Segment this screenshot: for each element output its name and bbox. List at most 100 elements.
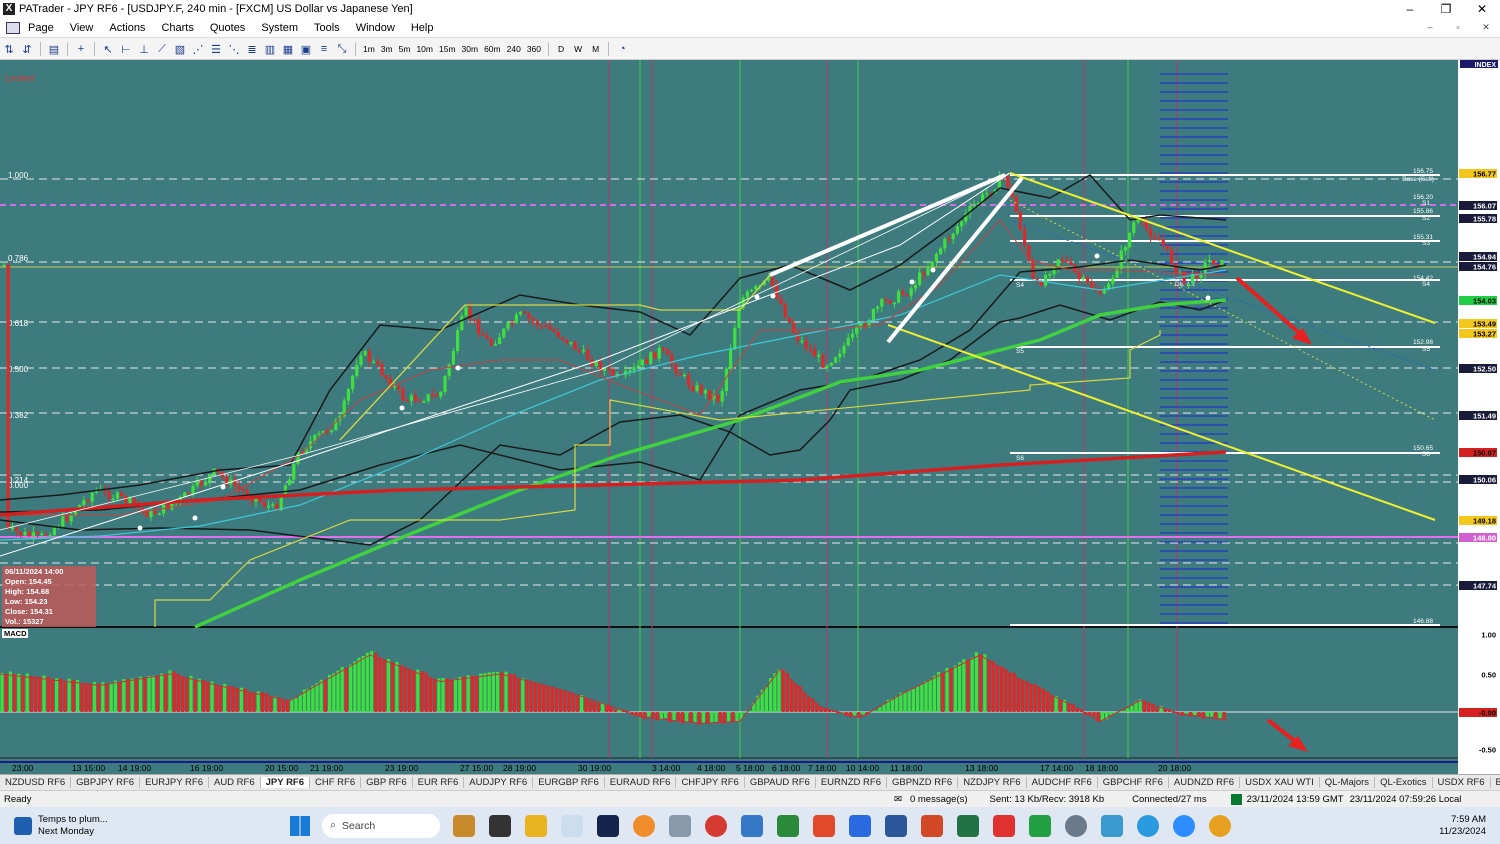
menu-system[interactable]: System: [253, 22, 306, 34]
chart-icon[interactable]: ▤: [46, 42, 62, 56]
word-icon[interactable]: [885, 814, 907, 837]
close-button[interactable]: ✕: [1464, 2, 1500, 16]
zoom-icon[interactable]: [1173, 814, 1195, 837]
weather-widget[interactable]: Temps to plum... Next Monday: [14, 814, 284, 838]
symbol-tab[interactable]: QL-Exotics: [1375, 777, 1433, 788]
symbol-tab[interactable]: EURJPY RF6: [140, 777, 209, 788]
text-icon[interactable]: ≡: [316, 42, 332, 56]
settings-icon[interactable]: [1065, 814, 1087, 837]
page-icon[interactable]: [6, 21, 20, 34]
symbol-tab[interactable]: GBPNZD RF6: [887, 777, 959, 788]
period-button[interactable]: M: [592, 44, 599, 54]
ic-app-icon[interactable]: [597, 814, 619, 837]
vlines-icon[interactable]: ⊥: [136, 42, 152, 56]
photos-icon[interactable]: [1101, 814, 1123, 837]
terminal-icon[interactable]: [489, 814, 511, 837]
box-icon[interactable]: ▣: [298, 42, 314, 56]
green-c-app-icon[interactable]: [1029, 814, 1051, 837]
symbol-tab[interactable]: EURAUD RF6: [605, 777, 677, 788]
patrader-icon[interactable]: [561, 814, 583, 837]
fib-retrace-icon[interactable]: ☰: [208, 42, 224, 56]
mail-icon[interactable]: ✉: [894, 794, 902, 805]
timeframe-button[interactable]: 60m: [484, 44, 501, 54]
fib-ext-icon[interactable]: ⋱: [226, 42, 242, 56]
folder-icon[interactable]: [525, 814, 547, 837]
menu-help[interactable]: Help: [403, 22, 442, 34]
period-button[interactable]: D: [558, 44, 564, 54]
trendline-icon[interactable]: ⟋: [154, 42, 170, 56]
arrow-tool-icon[interactable]: ⤡: [334, 42, 350, 56]
symbol-tab[interactable]: CHFJPY RF6: [676, 777, 745, 788]
menu-quotes[interactable]: Quotes: [202, 22, 253, 34]
menu-window[interactable]: Window: [348, 22, 403, 34]
chrome-icon[interactable]: [705, 814, 727, 837]
chrome-2-icon[interactable]: [1209, 814, 1231, 837]
mdi-restore-button[interactable]: ▫: [1444, 22, 1472, 33]
timeframe-button[interactable]: 30m: [462, 44, 479, 54]
timeframe-button[interactable]: 3m: [381, 44, 393, 54]
grid-icon[interactable]: ▥: [262, 42, 278, 56]
briefcase-icon[interactable]: [453, 814, 475, 837]
excel-icon[interactable]: [957, 814, 979, 837]
symbol-tab[interactable]: EUR RF6: [413, 777, 465, 788]
fib-levels-icon[interactable]: ≣: [244, 42, 260, 56]
timeframe-button[interactable]: 5m: [399, 44, 411, 54]
symbol-tab[interactable]: GBPJPY RF6: [71, 777, 141, 788]
symbol-tab[interactable]: AUDJPY RF6: [464, 777, 534, 788]
symbol-tab[interactable]: JPY RF6: [260, 777, 311, 788]
channel-icon[interactable]: ▧: [172, 42, 188, 56]
price-chart[interactable]: INDEX Locked 1.000 0.786 0.618 0.500 0.382 0.21…: [0, 60, 1500, 774]
start-icon[interactable]: [290, 815, 310, 836]
symbol-tab[interactable]: EURGBP RF6: [533, 777, 605, 788]
symbol-tab[interactable]: NZDUSD RF6: [0, 777, 72, 788]
stock-app-icon[interactable]: [777, 814, 799, 837]
pointer-icon[interactable]: ↖: [100, 42, 116, 56]
timeframe-button[interactable]: 360: [527, 44, 541, 54]
symbol-tab[interactable]: EURNZD RF6: [816, 777, 887, 788]
timeframe-button[interactable]: 15m: [439, 44, 456, 54]
status-messages[interactable]: 0 message(s): [910, 794, 968, 805]
sell-icon[interactable]: ⇵: [19, 42, 35, 56]
symbol-tab[interactable]: AUDNZD RF6: [1169, 777, 1241, 788]
buy-icon[interactable]: ⇅: [1, 42, 17, 56]
powerpoint-icon[interactable]: [921, 814, 943, 837]
s-app-icon[interactable]: [813, 814, 835, 837]
fib-fan-icon[interactable]: ⋰: [190, 42, 206, 56]
search-box[interactable]: ⌕ Search: [322, 813, 440, 838]
mdi-minimize-button[interactable]: –: [1416, 22, 1444, 33]
crosshair-icon[interactable]: +: [73, 42, 89, 56]
menu-actions[interactable]: Actions: [101, 22, 153, 34]
clock[interactable]: 7:59 AM 11/23/2024: [1439, 814, 1486, 838]
clock-icon[interactable]: ◔: [614, 42, 630, 56]
menu-view[interactable]: View: [62, 22, 102, 34]
minimize-button[interactable]: –: [1392, 2, 1428, 16]
mdi-close-button[interactable]: ✕: [1472, 22, 1500, 33]
symbol-tab[interactable]: QL-Majors: [1320, 777, 1376, 788]
symbol-tab[interactable]: AUDCHF RF6: [1027, 777, 1098, 788]
menu-page[interactable]: Page: [20, 22, 62, 34]
symbol-tab[interactable]: NZDJPY RF6: [958, 777, 1027, 788]
notepad-icon[interactable]: [741, 814, 763, 837]
symbol-tab[interactable]: Bitcoin: [1491, 777, 1500, 788]
menu-tools[interactable]: Tools: [306, 22, 348, 34]
calculator-icon[interactable]: [669, 814, 691, 837]
symbol-tab[interactable]: GBP RF6: [361, 777, 413, 788]
symbol-tab[interactable]: USDX RF6: [1433, 777, 1491, 788]
timeframe-button[interactable]: 10m: [416, 44, 433, 54]
timeframe-button[interactable]: 1m: [363, 44, 375, 54]
orange-app-icon[interactable]: [633, 814, 655, 837]
timeframe-button[interactable]: 240: [507, 44, 521, 54]
symbol-tab[interactable]: AUD RF6: [209, 777, 261, 788]
period-button[interactable]: W: [574, 44, 582, 54]
symbol-tab[interactable]: USDX XAU WTI: [1240, 777, 1320, 788]
telegram-icon[interactable]: [1137, 814, 1159, 837]
s-blue-app-icon[interactable]: [849, 814, 871, 837]
red-c-app-icon[interactable]: [993, 814, 1015, 837]
symbol-tab[interactable]: GBPCHF RF6: [1098, 777, 1169, 788]
hline-icon[interactable]: ⊢: [118, 42, 134, 56]
symbol-tab[interactable]: GBPAUD RF6: [745, 777, 816, 788]
maximize-button[interactable]: ❐: [1428, 2, 1464, 16]
menu-charts[interactable]: Charts: [153, 22, 201, 34]
symbol-tab[interactable]: CHF RF6: [310, 777, 362, 788]
gann-icon[interactable]: ▦: [280, 42, 296, 56]
